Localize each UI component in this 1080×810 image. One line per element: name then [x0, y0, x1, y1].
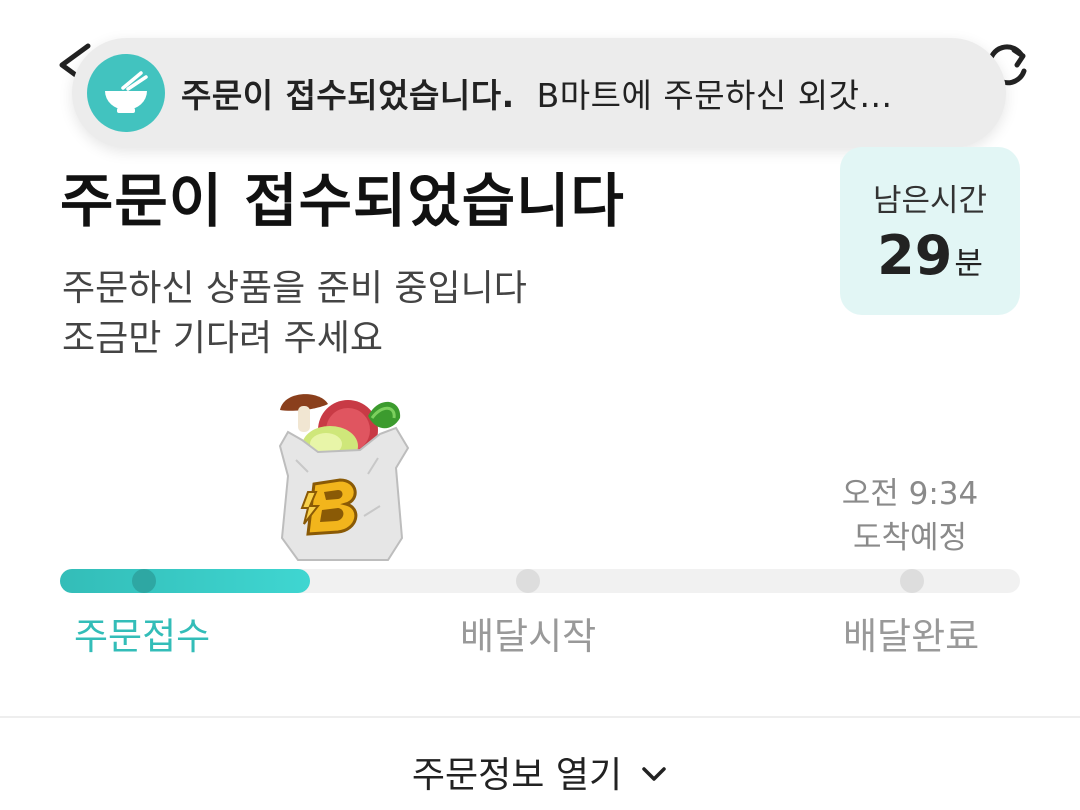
- subtitle-line-2: 조금만 기다려 주세요: [62, 318, 383, 359]
- progress-track: [60, 569, 1020, 593]
- open-order-info-label: 주문정보 열기: [411, 755, 623, 796]
- toast-body: B마트에 주문하신 외갓...: [536, 76, 893, 115]
- toast-message: 주문이 접수되었습니다. B마트에 주문하신 외갓...: [181, 69, 981, 117]
- open-order-info-button[interactable]: 주문정보 열기: [0, 716, 1080, 810]
- eta-label: 도착예정: [852, 520, 968, 556]
- progress-fill: [60, 569, 310, 593]
- subtitle-line-1: 주문하신 상품을 준비 중입니다: [62, 268, 527, 309]
- remaining-time-card: 남은시간 29분: [840, 147, 1020, 315]
- remaining-time-unit: 분: [954, 246, 983, 282]
- progress-dot-order-received: [132, 569, 156, 593]
- eta-info: 오전 9:34 도착예정: [820, 472, 1000, 560]
- chevron-down-icon: [642, 767, 666, 781]
- step-label-order-received: 주문접수: [74, 615, 211, 658]
- toast-title: 주문이 접수되었습니다.: [181, 76, 515, 115]
- page-title: 주문이 접수되었습니다: [60, 167, 625, 235]
- bowl-icon: [87, 54, 165, 132]
- progress-dot-delivery-start: [516, 569, 540, 593]
- status-subtitle: 주문하신 상품을 준비 중입니다 조금만 기다려 주세요: [62, 264, 527, 364]
- notification-toast[interactable]: 주문이 접수되었습니다. B마트에 주문하신 외갓...: [72, 38, 1006, 148]
- remaining-time-label: 남은시간: [872, 183, 988, 219]
- grocery-bag-illustration: [278, 394, 410, 561]
- remaining-time-value: 29: [877, 224, 953, 287]
- order-status-screen: 주문이 접수되었습니다. B마트에 주문하신 외갓... 주문이 접수되었습니다 …: [0, 0, 1080, 810]
- remaining-time-value-row: 29분: [840, 224, 1020, 287]
- step-label-delivery-start: 배달시작: [460, 615, 597, 658]
- progress-dot-delivery-complete: [900, 569, 924, 593]
- step-label-delivery-complete: 배달완료: [843, 615, 980, 658]
- eta-time: 오전 9:34: [841, 476, 979, 512]
